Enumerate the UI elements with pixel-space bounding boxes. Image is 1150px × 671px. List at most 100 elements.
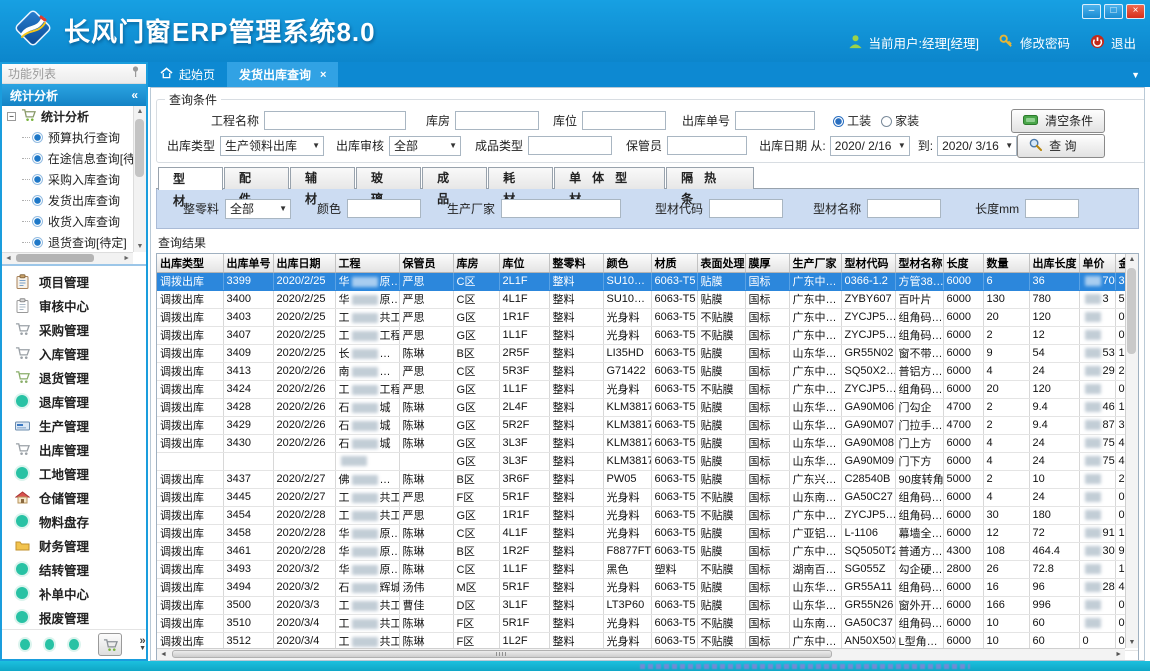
material-tab-3[interactable]: 玻璃 bbox=[356, 167, 421, 189]
tab-shipment-query[interactable]: 发货出库查询 × bbox=[227, 62, 338, 87]
order-no-input[interactable] bbox=[735, 111, 815, 130]
table-row[interactable]: 调拨出库34002020/2/25华原…严思C区4L1F整料SU10…6063-… bbox=[157, 290, 1139, 308]
sidebar-item-circle[interactable]: 物料盘存 bbox=[2, 509, 146, 533]
column-header-库位[interactable]: 库位 bbox=[499, 254, 549, 272]
sidebar-item-finance[interactable]: 财务管理 bbox=[2, 533, 146, 557]
column-header-工程[interactable]: 工程 bbox=[335, 254, 399, 272]
sidebar-item-production[interactable]: 生产管理 bbox=[2, 413, 146, 437]
table-row[interactable]: 调拨出库34132020/2/26南…严思C区5R3F整料G714226063-… bbox=[157, 362, 1139, 380]
close-button[interactable]: × bbox=[1126, 4, 1145, 19]
tree-item[interactable]: 预算执行查询 bbox=[2, 127, 133, 148]
module-dot-icon[interactable] bbox=[69, 639, 79, 650]
logout[interactable]: 退出 bbox=[1090, 33, 1136, 52]
table-row[interactable]: 调拨出库34292020/2/26石城陈琳G区5R2F整料KLM38176063… bbox=[157, 416, 1139, 434]
table-row[interactable]: 调拨出库34452020/2/27工共工程严思F区5R1F整料光身料6063-T… bbox=[157, 488, 1139, 506]
module-dot-icon[interactable] bbox=[45, 639, 55, 650]
column-header-数量[interactable]: 数量 bbox=[983, 254, 1029, 272]
scroll-right-icon[interactable]: ► bbox=[123, 255, 130, 262]
table-row[interactable]: 调拨出库34932020/3/2华原…陈琳C区1L1F整料黑色塑料不贴膜国标湖南… bbox=[157, 560, 1139, 578]
table-row[interactable]: 调拨出库34092020/2/25长…陈琳B区2R5F整料LI35HD6063-… bbox=[157, 344, 1139, 362]
section-header[interactable]: 统计分析 « bbox=[2, 84, 146, 106]
sidebar-item-circle[interactable]: 报废管理 bbox=[2, 605, 146, 629]
radio-jiazhuang[interactable]: 家装 bbox=[881, 112, 919, 129]
change-password[interactable]: 修改密码 bbox=[999, 33, 1070, 52]
column-header-长度[interactable]: 长度 bbox=[943, 254, 983, 272]
tree-expand-icon[interactable]: − bbox=[7, 112, 16, 121]
table-row[interactable]: 调拨出库34582020/2/28华原…陈琳C区4L1F整料光身料6063-T5… bbox=[157, 524, 1139, 542]
date-from-picker[interactable]: 2020/ 2/16▼ bbox=[830, 136, 910, 156]
tree-item[interactable]: 收货入库查询 bbox=[2, 211, 133, 232]
table-row[interactable]: 调拨出库35002020/3/3工共工程曹佳D区3L1F整料LT3P606063… bbox=[157, 596, 1139, 614]
sidebar-item-clipboard[interactable]: 项目管理 bbox=[2, 269, 146, 293]
column-header-型材名称[interactable]: 型材名称 bbox=[895, 254, 943, 272]
table-row[interactable]: 调拨出库34372020/2/27佛…陈琳B区3R6F整料PW056063-T5… bbox=[157, 470, 1139, 488]
name-input[interactable] bbox=[867, 199, 941, 218]
project-input[interactable] bbox=[264, 111, 406, 130]
grid-vscroll-thumb[interactable] bbox=[1127, 268, 1136, 354]
sidebar-item-circle[interactable]: 补单中心 bbox=[2, 581, 146, 605]
column-header-整零料[interactable]: 整零料 bbox=[549, 254, 603, 272]
column-header-膜厚[interactable]: 膜厚 bbox=[745, 254, 789, 272]
table-row[interactable]: 调拨出库35102020/3/4工共工程陈琳F区5R1F整料光身料6063-T5… bbox=[157, 614, 1139, 632]
sidebar-item-circle[interactable]: 结转管理 bbox=[2, 557, 146, 581]
length-input[interactable] bbox=[1025, 199, 1079, 218]
date-to-picker[interactable]: 2020/ 3/16▼ bbox=[937, 136, 1017, 156]
radio-gongzhuang[interactable]: 工装 bbox=[833, 112, 871, 129]
material-tab-1[interactable]: 配件 bbox=[224, 167, 289, 189]
tree-vscroll-thumb[interactable] bbox=[135, 119, 144, 177]
keeper-input[interactable] bbox=[667, 136, 747, 155]
column-header-颜色[interactable]: 颜色 bbox=[603, 254, 651, 272]
material-tab-4[interactable]: 成品 bbox=[422, 167, 487, 189]
column-header-库房[interactable]: 库房 bbox=[453, 254, 499, 272]
column-header-出库日期[interactable]: 出库日期 bbox=[273, 254, 335, 272]
product-type-input[interactable] bbox=[528, 136, 612, 155]
pin-icon[interactable] bbox=[131, 66, 140, 81]
table-row[interactable]: 调拨出库34282020/2/26石城陈琳G区2L4F整料KLM38176063… bbox=[157, 398, 1139, 416]
material-tab-5[interactable]: 耗材 bbox=[488, 167, 553, 189]
scroll-down-icon[interactable]: ▼ bbox=[1129, 639, 1136, 646]
tree-item[interactable]: 退货查询[待定] bbox=[2, 232, 133, 252]
part-select[interactable]: 全部▼ bbox=[225, 199, 291, 219]
sidebar-overflow-button[interactable]: »▼ bbox=[139, 638, 146, 652]
sidebar-item-cart-out[interactable]: 出库管理 bbox=[2, 437, 146, 461]
scroll-left-icon[interactable]: ◄ bbox=[5, 255, 12, 262]
warehouse-input[interactable] bbox=[455, 111, 539, 130]
search-button[interactable]: 查 询 bbox=[1017, 134, 1105, 158]
tree-item[interactable]: 采购入库查询 bbox=[2, 169, 133, 190]
column-header-出库单号[interactable]: 出库单号 bbox=[223, 254, 273, 272]
sidebar-item-warehouse[interactable]: 仓储管理 bbox=[2, 485, 146, 509]
collapse-icon[interactable]: « bbox=[131, 88, 138, 102]
material-tab-7[interactable]: 隔热条 bbox=[666, 167, 754, 189]
close-tab-icon[interactable]: × bbox=[320, 69, 326, 81]
sidebar-item-cart[interactable]: 采购管理 bbox=[2, 317, 146, 341]
table-row[interactable]: G区3L3F整料KLM38176063-T5贴膜国标山东华…GA90M09.门下… bbox=[157, 452, 1139, 470]
grid-hscroll-thumb[interactable] bbox=[172, 650, 832, 658]
cart-module-button[interactable] bbox=[98, 633, 122, 656]
tab-overflow-icon[interactable]: ▼ bbox=[1131, 70, 1150, 80]
column-header-出库类型[interactable]: 出库类型 bbox=[157, 254, 223, 272]
scroll-up-icon[interactable]: ▲ bbox=[137, 108, 144, 115]
clear-conditions-button[interactable]: 清空条件 bbox=[1011, 109, 1105, 133]
color-input[interactable] bbox=[347, 199, 421, 218]
code-input[interactable] bbox=[709, 199, 783, 218]
audit-select[interactable]: 全部▼ bbox=[389, 136, 461, 156]
column-header-出库长度[interactable]: 出库长度 bbox=[1029, 254, 1079, 272]
location-input[interactable] bbox=[582, 111, 666, 130]
tree-item[interactable]: 发货出库查询 bbox=[2, 190, 133, 211]
scroll-right-icon[interactable]: ► bbox=[1115, 651, 1122, 658]
scroll-left-icon[interactable]: ◄ bbox=[160, 651, 167, 658]
column-header-生产厂家[interactable]: 生产厂家 bbox=[789, 254, 841, 272]
minimize-button[interactable]: – bbox=[1082, 4, 1101, 19]
sidebar-item-cart-in[interactable]: 入库管理 bbox=[2, 341, 146, 365]
table-row[interactable]: 调拨出库34032020/2/25工共工程严思G区1R1F整料光身料6063-T… bbox=[157, 308, 1139, 326]
table-row[interactable]: 调拨出库33992020/2/25华原…严思C区2L1F整料SU10…6063-… bbox=[157, 272, 1139, 290]
tab-home[interactable]: 起始页 bbox=[148, 62, 227, 87]
sidebar-item-circle[interactable]: 工地管理 bbox=[2, 461, 146, 485]
column-header-型材代码[interactable]: 型材代码 bbox=[841, 254, 895, 272]
material-tab-6[interactable]: 单体型材 bbox=[554, 167, 665, 189]
module-dot-icon[interactable] bbox=[20, 639, 30, 650]
tree-root[interactable]: − 统计分析 bbox=[2, 106, 133, 127]
table-row[interactable]: 调拨出库34542020/2/28工共工程严思G区1R1F整料光身料6063-T… bbox=[157, 506, 1139, 524]
column-header-材质[interactable]: 材质 bbox=[651, 254, 697, 272]
material-tab-0[interactable]: 型材 bbox=[158, 167, 223, 190]
